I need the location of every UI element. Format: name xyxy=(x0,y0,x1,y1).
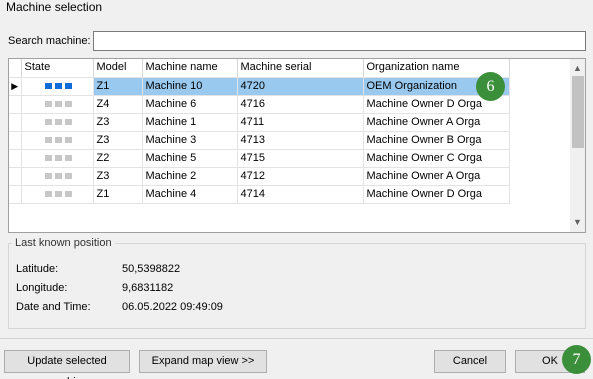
row-marker xyxy=(9,167,22,186)
latitude-label: Latitude: xyxy=(16,263,59,275)
table-row[interactable]: Z1 Machine 4 4714 Machine Owner D Orga xyxy=(9,185,510,204)
scrollbar-thumb[interactable] xyxy=(572,76,584,148)
state-cell xyxy=(21,131,94,150)
state-indicator-icon xyxy=(44,154,72,161)
state-indicator-icon xyxy=(44,136,72,143)
state-indicator-icon xyxy=(44,118,72,125)
latitude-value: 50,5398822 xyxy=(122,263,181,275)
state-indicator-icon xyxy=(44,100,72,107)
state-indicator-icon xyxy=(44,190,72,197)
machine-name-cell: Machine 1 xyxy=(142,113,238,132)
machine-name-cell: Machine 2 xyxy=(142,167,238,186)
model-cell: Z1 xyxy=(93,185,143,204)
update-selected-machine-button[interactable]: Update selected machine xyxy=(4,350,130,379)
machine-name-cell: Machine 4 xyxy=(142,185,238,204)
table-row[interactable]: Z3 Machine 1 4711 Machine Owner A Orga xyxy=(9,113,510,132)
table-row[interactable]: Z3 Machine 3 4713 Machine Owner B Orga xyxy=(9,131,510,150)
organization-name-cell: Machine Owner C Orga xyxy=(363,149,510,168)
model-cell: Z3 xyxy=(93,131,143,150)
longitude-label: Longitude: xyxy=(16,282,68,294)
cancel-button[interactable]: Cancel xyxy=(434,350,506,373)
row-marker xyxy=(9,95,22,114)
machine-name-cell: Machine 10 xyxy=(142,77,238,96)
model-cell: Z2 xyxy=(93,149,143,168)
table-row[interactable]: Z2 Machine 5 4715 Machine Owner C Orga xyxy=(9,149,510,168)
machine-name-cell: Machine 5 xyxy=(142,149,238,168)
machine-serial-cell: 4715 xyxy=(237,149,364,168)
state-indicator-icon xyxy=(44,172,72,179)
model-cell: Z3 xyxy=(93,113,143,132)
model-cell: Z1 xyxy=(93,77,143,96)
row-pointer-icon: ▶ xyxy=(11,80,19,91)
search-input[interactable] xyxy=(93,31,586,51)
header-marker xyxy=(9,59,22,78)
expand-map-view-button[interactable]: Expand map view >> xyxy=(139,350,267,373)
machine-serial-cell: 4711 xyxy=(237,113,364,132)
datetime-label: Date and Time: xyxy=(16,301,91,313)
last-known-position-title: Last known position xyxy=(12,237,115,249)
machine-serial-cell: 4713 xyxy=(237,131,364,150)
table-row[interactable]: ▶ Z1 Machine 10 4720 OEM Organization xyxy=(9,77,510,96)
vertical-scrollbar[interactable]: ▲ ▼ xyxy=(570,59,585,232)
machine-serial-cell: 4714 xyxy=(237,185,364,204)
state-cell xyxy=(21,113,94,132)
datetime-value: 06.05.2022 09:49:09 xyxy=(122,301,223,313)
organization-name-cell: Machine Owner A Orga xyxy=(363,167,510,186)
model-cell: Z3 xyxy=(93,167,143,186)
row-marker xyxy=(9,185,22,204)
row-marker: ▶ xyxy=(9,77,22,96)
longitude-value: 9,6831182 xyxy=(122,282,174,294)
organization-name-cell: Machine Owner A Orga xyxy=(363,113,510,132)
state-cell xyxy=(21,149,94,168)
search-label: Search machine: xyxy=(8,35,91,47)
column-header-state[interactable]: State xyxy=(21,59,94,78)
machine-serial-cell: 4720 xyxy=(237,77,364,96)
table-header: State Model Machine name Machine serial … xyxy=(9,59,510,78)
row-marker xyxy=(9,131,22,150)
chevron-up-icon[interactable]: ▲ xyxy=(570,61,585,76)
column-header-model[interactable]: Model xyxy=(93,59,143,78)
window-title: Machine selection xyxy=(6,0,103,14)
column-header-machine-name[interactable]: Machine name xyxy=(142,59,238,78)
model-cell: Z4 xyxy=(93,95,143,114)
state-cell xyxy=(21,167,94,186)
chevron-down-icon[interactable]: ▼ xyxy=(570,215,585,230)
state-indicator-icon xyxy=(44,82,72,89)
machine-name-cell: Machine 3 xyxy=(142,131,238,150)
row-marker xyxy=(9,113,22,132)
state-cell xyxy=(21,77,94,96)
divider xyxy=(0,338,593,339)
table-row[interactable]: Z4 Machine 6 4716 Machine Owner D Orga xyxy=(9,95,510,114)
state-cell xyxy=(21,185,94,204)
organization-name-cell: Machine Owner D Orga xyxy=(363,185,510,204)
row-marker xyxy=(9,149,22,168)
machine-serial-cell: 4716 xyxy=(237,95,364,114)
machine-name-cell: Machine 6 xyxy=(142,95,238,114)
organization-name-cell: Machine Owner B Orga xyxy=(363,131,510,150)
step-badge-7: 7 xyxy=(562,345,591,374)
table-row[interactable]: Z3 Machine 2 4712 Machine Owner A Orga xyxy=(9,167,510,186)
step-badge-6: 6 xyxy=(476,72,505,101)
state-cell xyxy=(21,95,94,114)
machine-serial-cell: 4712 xyxy=(237,167,364,186)
last-known-position-group xyxy=(8,243,586,329)
column-header-machine-serial[interactable]: Machine serial xyxy=(237,59,364,78)
